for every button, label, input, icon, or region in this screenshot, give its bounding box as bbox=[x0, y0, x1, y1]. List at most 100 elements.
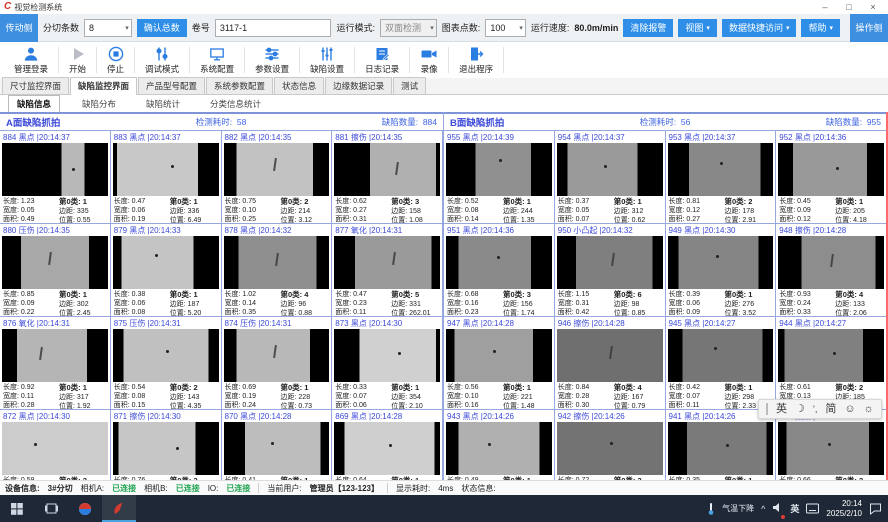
run-mode-select[interactable]: 双面检测 ▾ bbox=[380, 19, 437, 37]
start-button[interactable]: 开始 bbox=[59, 44, 96, 76]
defect-measurements: 长度: 0.35宽度: 0.05面积: 0.06米数: 0.35 bbox=[669, 476, 725, 480]
start-menu-button[interactable] bbox=[0, 495, 34, 522]
tab-product-model-config[interactable]: 产品型号配置 bbox=[138, 77, 205, 94]
defect-cell[interactable]: 949 黑点 |20:14:30长度: 0.39宽度: 0.06面积: 0.09… bbox=[666, 224, 777, 317]
system-config-button[interactable]: 系统配置 bbox=[190, 44, 244, 76]
tab-system-param-config[interactable]: 系统参数配置 bbox=[206, 77, 273, 94]
button-label: 录像 bbox=[421, 63, 438, 75]
settings-gear-icon[interactable]: ☼ bbox=[864, 404, 874, 415]
defect-cell[interactable]: 943 黑点 |20:14:26长度: 0.49宽度: 0.08面积: 0.13… bbox=[444, 410, 555, 480]
defect-cell[interactable]: 871 擦伤 |20:14:30长度: 0.76宽度: 0.21面积: 0.29… bbox=[111, 410, 222, 480]
admin-login-button[interactable]: 管理登录 bbox=[4, 44, 58, 76]
defect-cell[interactable]: 873 黑点 |20:14:30长度: 0.33宽度: 0.07面积: 0.06… bbox=[332, 317, 443, 410]
defect-cell[interactable]: 941 黑点 |20:14:26长度: 0.35宽度: 0.05面积: 0.06… bbox=[666, 410, 777, 480]
tab-edge-data-record[interactable]: 边缘数据记录 bbox=[325, 77, 392, 94]
keyboard-icon[interactable] bbox=[806, 503, 819, 514]
taskbar-clock[interactable]: 20:14 2025/2/10 bbox=[826, 499, 862, 518]
defect-info: 长度: 0.39宽度: 0.06面积: 0.09米数: 0.36第0类: 1边距… bbox=[666, 289, 776, 317]
roll-number-input[interactable]: 3117-1 bbox=[215, 19, 332, 37]
action-center-icon[interactable] bbox=[869, 502, 882, 515]
ime-toolbar[interactable]: 英 ☽ ’, 简 ☺ ☼ bbox=[758, 399, 882, 419]
defect-cell[interactable]: 947 黑点 |20:14:28长度: 0.56宽度: 0.10面积: 0.16… bbox=[444, 317, 555, 410]
record-video-button[interactable]: 录像 bbox=[410, 44, 448, 76]
parameter-settings-button[interactable]: 参数设置 bbox=[245, 44, 299, 76]
emoji-icon[interactable]: ☺ bbox=[844, 404, 855, 415]
defect-cell[interactable]: 882 黑点 |20:14:35长度: 0.75宽度: 0.10面积: 0.25… bbox=[222, 131, 333, 224]
stop-button[interactable]: 停止 bbox=[97, 44, 134, 76]
taskbar-app-browser[interactable] bbox=[68, 495, 102, 522]
defect-cell[interactable]: 953 黑点 |20:14:37长度: 0.81宽度: 0.12面积: 0.27… bbox=[666, 131, 777, 224]
tray-expand-caret-icon[interactable]: ^ bbox=[761, 504, 765, 514]
chart-points-select[interactable]: 100 ▾ bbox=[485, 19, 526, 37]
defect-cell[interactable]: 948 擦伤 |20:14:28长度: 0.93宽度: 0.24面积: 0.33… bbox=[776, 224, 887, 317]
defect-info: 长度: 1.02宽度: 0.14面积: 0.35米数: 0.36第0类: 4边距… bbox=[222, 289, 332, 317]
ime-language-indicator[interactable]: 英 bbox=[790, 502, 799, 515]
defect-cell[interactable]: 944 黑点 |20:14:27长度: 0.61宽度: 0.13面积: 0.20… bbox=[776, 317, 887, 410]
defect-class-info: 第0类: 3边距: 158位置: 1.08 bbox=[391, 197, 439, 224]
defect-cell[interactable]: 945 黑点 |20:14:27长度: 0.42宽度: 0.07面积: 0.11… bbox=[666, 317, 777, 410]
exit-program-button[interactable]: 退出程序 bbox=[449, 44, 503, 76]
defect-cell[interactable]: 881 擦伤 |20:14:35长度: 0.62宽度: 0.27面积: 0.31… bbox=[332, 131, 443, 224]
minimize-button[interactable]: – bbox=[814, 1, 836, 14]
defect-cell[interactable]: 946 擦伤 |20:14:28长度: 0.84宽度: 0.28面积: 0.30… bbox=[555, 317, 666, 410]
defect-settings-button[interactable]: 缺陷设置 bbox=[300, 44, 354, 76]
help-menu-button[interactable]: 帮助 ▾ bbox=[801, 19, 840, 37]
defect-cell[interactable]: 883 黑点 |20:14:37长度: 0.47宽度: 0.06面积: 0.19… bbox=[111, 131, 222, 224]
defect-cell-header: 952 黑点 |20:14:36 bbox=[776, 131, 886, 143]
tab-size-monitor[interactable]: 尺寸监控界面 bbox=[2, 77, 69, 94]
elapsed-value: 56 bbox=[681, 117, 690, 127]
defect-cell[interactable]: 951 黑点 |20:14:36长度: 0.68宽度: 0.16面积: 0.23… bbox=[444, 224, 555, 317]
defect-cell[interactable]: 876 氧化 |20:14:31长度: 0.92宽度: 0.11面积: 0.28… bbox=[0, 317, 111, 410]
subtab-defect-distribution[interactable]: 缺陷分布 bbox=[74, 96, 124, 112]
defect-cell[interactable]: 878 黑点 |20:14:32长度: 1.02宽度: 0.14面积: 0.35… bbox=[222, 224, 333, 317]
log-record-button[interactable]: 日志记录 bbox=[355, 44, 409, 76]
weather-text[interactable]: 气温下降 bbox=[722, 503, 754, 514]
clear-alarm-button[interactable]: 清除报警 bbox=[623, 19, 673, 37]
defect-measurements: 长度: 0.52宽度: 0.08面积: 0.14米数: 0.37 bbox=[447, 197, 503, 224]
defect-cell[interactable]: 875 压伤 |20:14:31长度: 0.54宽度: 0.08面积: 0.15… bbox=[111, 317, 222, 410]
volume-icon[interactable] bbox=[772, 500, 783, 518]
ime-simplified-mode[interactable]: 简 bbox=[825, 404, 836, 415]
window-controls: – □ × bbox=[814, 1, 884, 14]
ime-drag-handle[interactable] bbox=[766, 403, 768, 415]
defect-cell[interactable]: 940 黑点 |20:14:26长度: 0.66宽度: 0.17面积: 0.22… bbox=[776, 410, 887, 480]
defect-cell[interactable]: 955 黑点 |20:14:39长度: 0.52宽度: 0.08面积: 0.14… bbox=[444, 131, 555, 224]
taskbar-app-inspection[interactable] bbox=[102, 495, 136, 522]
subtab-defect-statistics[interactable]: 缺陷统计 bbox=[138, 96, 188, 112]
data-quick-access-button[interactable]: 数据快捷访问 ▾ bbox=[722, 19, 797, 37]
tab-test[interactable]: 测试 bbox=[393, 77, 426, 94]
panel-b-elapsed: 检测耗时: 56 bbox=[504, 116, 825, 128]
punctuation-icon[interactable]: ’, bbox=[813, 405, 818, 414]
visual-inspection-app: C 视觉检测系统 – □ × 传动侧 分切条数 8 ▾ 确认总数 卷号 3117… bbox=[0, 0, 888, 522]
task-view-button[interactable] bbox=[34, 495, 68, 522]
panel-b-header: B面缺陷抓拍 检测耗时: 56 缺陷数量: 955 bbox=[444, 112, 887, 131]
defect-cell[interactable]: 950 小凸起 |20:14:32长度: 1.15宽度: 0.31面积: 0.4… bbox=[555, 224, 666, 317]
defect-cell[interactable]: 942 擦伤 |20:14:26长度: 0.72宽度: 0.22面积: 0.26… bbox=[555, 410, 666, 480]
debug-mode-button[interactable]: 调试模式 bbox=[135, 44, 189, 76]
operator-side-button[interactable]: 操作侧 bbox=[850, 14, 888, 42]
defect-cell[interactable]: 879 黑点 |20:14:33长度: 0.38宽度: 0.06面积: 0.08… bbox=[111, 224, 222, 317]
defect-cell[interactable]: 880 压伤 |20:14:35长度: 0.85宽度: 0.09面积: 0.22… bbox=[0, 224, 111, 317]
subtab-class-info-statistics[interactable]: 分类信息统计 bbox=[202, 96, 269, 112]
slit-count-select[interactable]: 8 ▾ bbox=[84, 19, 132, 37]
defect-cell[interactable]: 884 黑点 |20:14:37长度: 1.23宽度: 0.05面积: 0.49… bbox=[0, 131, 111, 224]
ime-english-mode[interactable]: 英 bbox=[776, 404, 787, 415]
defect-cell-header: 882 黑点 |20:14:35 bbox=[222, 131, 332, 143]
close-button[interactable]: × bbox=[862, 1, 884, 14]
defect-cell[interactable]: 874 压伤 |20:14:31长度: 0.69宽度: 0.19面积: 0.24… bbox=[222, 317, 333, 410]
maximize-button[interactable]: □ bbox=[838, 1, 860, 14]
drive-side-button[interactable]: 传动侧 bbox=[0, 14, 38, 42]
defect-cell[interactable]: 954 黑点 |20:14:37长度: 0.37宽度: 0.05面积: 0.07… bbox=[555, 131, 666, 224]
defect-cell[interactable]: 952 黑点 |20:14:36长度: 0.45宽度: 0.09面积: 0.12… bbox=[776, 131, 887, 224]
moon-icon[interactable]: ☽ bbox=[795, 404, 805, 415]
defect-cell[interactable]: 869 黑点 |20:14:28长度: 0.64宽度: 0.15面积: 0.21… bbox=[332, 410, 443, 480]
view-menu-button[interactable]: 视图 ▾ bbox=[678, 19, 717, 37]
defect-cell[interactable]: 877 氧化 |20:14:31长度: 0.47宽度: 0.23面积: 0.11… bbox=[332, 224, 443, 317]
tab-status-info[interactable]: 状态信息 bbox=[274, 77, 324, 94]
subtab-defect-info[interactable]: 缺陷信息 bbox=[8, 95, 60, 112]
defect-cell[interactable]: 872 黑点 |20:14:30长度: 0.58宽度: 0.12面积: 0.18… bbox=[0, 410, 111, 480]
action-toolbar: 管理登录 开始 停止 调试模式 系统配置 参数设置 bbox=[0, 42, 888, 78]
confirm-total-button[interactable]: 确认总数 bbox=[137, 19, 187, 37]
tab-defect-monitor[interactable]: 缺陷监控界面 bbox=[70, 77, 137, 95]
defect-cell[interactable]: 870 黑点 |20:14:28长度: 0.41宽度: 0.09面积: 0.10… bbox=[222, 410, 333, 480]
